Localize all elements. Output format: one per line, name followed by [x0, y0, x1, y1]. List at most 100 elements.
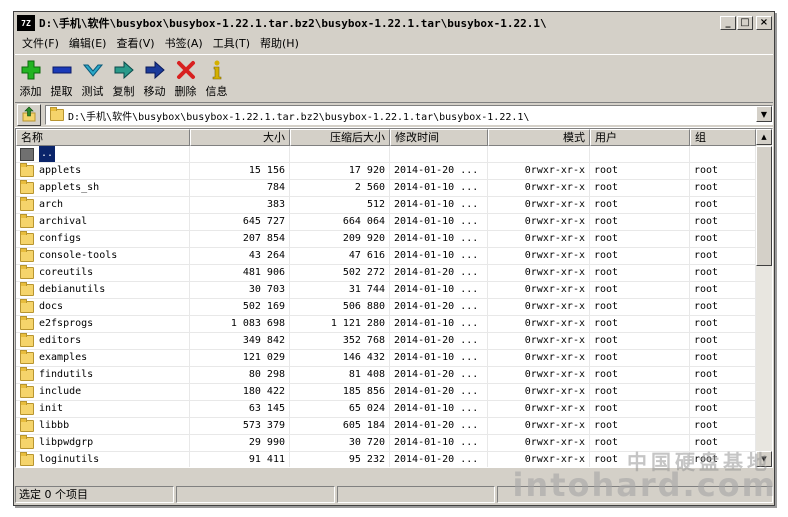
menu-edit[interactable]: 编辑(E) — [64, 35, 112, 51]
cell-group: root — [690, 384, 756, 400]
menu-tools[interactable]: 工具(T) — [208, 35, 255, 51]
extract-button[interactable]: 提取 — [46, 55, 77, 101]
table-row[interactable]: configs 207 854 209 920 2014-01-10 ... 0rwxr… — [16, 231, 756, 248]
cell-name: debianutils — [16, 282, 190, 298]
maximize-button[interactable]: □ — [737, 16, 753, 30]
copy-button[interactable]: 复制 — [108, 55, 139, 101]
column-header-packed-size[interactable]: 压缩后大小 — [290, 129, 390, 146]
table-row[interactable]: docs 502 169 506 880 2014-01-20 ... 0rwxr-xr… — [16, 299, 756, 316]
cell-user: root — [590, 248, 690, 264]
menu-view[interactable]: 查看(V) — [111, 35, 159, 51]
column-header-name[interactable]: 名称 — [16, 129, 190, 146]
cell-group: root — [690, 401, 756, 417]
cell-packed-size: 65 024 — [290, 401, 390, 417]
cell-packed-size: 502 272 — [290, 265, 390, 281]
file-name: console-tools — [39, 250, 118, 261]
add-button[interactable]: 添加 — [15, 55, 46, 101]
parent-folder-row[interactable]: .. — [16, 146, 756, 163]
close-button[interactable]: × — [756, 16, 772, 30]
cell-mode: 0rwxr-xr-x — [488, 265, 590, 281]
address-input[interactable]: D:\手机\软件\busybox\busybox-1.22.1.tar.bz2\… — [45, 105, 773, 125]
cell-mode: 0rwxr-xr-x — [488, 452, 590, 467]
column-header-user[interactable]: 用户 — [590, 129, 690, 146]
cell-group: root — [690, 350, 756, 366]
cell-modified: 2014-01-10 ... — [390, 231, 488, 247]
address-dropdown-button[interactable]: ▼ — [756, 106, 772, 122]
cell-user: root — [590, 265, 690, 281]
file-name: applets — [39, 165, 82, 176]
cell-user: root — [590, 231, 690, 247]
cell-user: root — [590, 384, 690, 400]
cell-modified: 2014-01-20 ... — [390, 367, 488, 383]
vertical-scrollbar[interactable]: ▲ ▼ — [756, 129, 772, 467]
test-button[interactable]: 测试 — [77, 55, 108, 101]
info-button[interactable]: 信息 — [201, 55, 232, 101]
cell-user: root — [590, 163, 690, 179]
table-row[interactable]: coreutils 481 906 502 272 2014-01-20 ... 0rw… — [16, 265, 756, 282]
cell-mode: 0rwxr-xr-x — [488, 214, 590, 230]
cell-packed-size: 47 616 — [290, 248, 390, 264]
scroll-up-button[interactable]: ▲ — [756, 129, 772, 145]
menu-bar: 文件(F) 编辑(E) 查看(V) 书签(A) 工具(T) 帮助(H) — [15, 34, 773, 52]
column-header-mode[interactable]: 模式 — [488, 129, 590, 146]
table-row[interactable]: loginutils 91 411 95 232 2014-01-20 ... 0rwx… — [16, 452, 756, 467]
cell-size: 43 264 — [190, 248, 290, 264]
table-row[interactable]: arch 383 512 2014-01-10 ... 0rwxr-xr-x root ro… — [16, 197, 756, 214]
folder-icon — [20, 316, 34, 330]
folder-icon — [20, 180, 34, 194]
table-row[interactable]: examples 121 029 146 432 2014-01-10 ... 0rwx… — [16, 350, 756, 367]
cell-name: libbb — [16, 418, 190, 434]
cell-group: root — [690, 367, 756, 383]
status-selection: 选定 0 个项目 — [15, 486, 174, 503]
table-row[interactable]: applets_sh 784 2 560 2014-01-10 ... 0rwxr-xr… — [16, 180, 756, 197]
minimize-button[interactable]: _ — [720, 16, 736, 30]
column-header-size[interactable]: 大小 — [190, 129, 290, 146]
folder-icon — [20, 299, 34, 313]
folder-icon — [20, 214, 34, 228]
file-list[interactable]: 名称 大小 压缩后大小 修改时间 模式 用户 组 .. applets 15 15… — [15, 128, 773, 468]
table-row[interactable]: applets 15 156 17 920 2014-01-20 ... 0rwxr-x… — [16, 163, 756, 180]
column-header-group[interactable]: 组 — [690, 129, 756, 146]
table-row[interactable]: init 63 145 65 024 2014-01-10 ... 0rwxr-xr-x… — [16, 401, 756, 418]
table-row[interactable]: findutils 80 298 81 408 2014-01-20 ... 0rwxr… — [16, 367, 756, 384]
cell-user: root — [590, 299, 690, 315]
column-header-modified[interactable]: 修改时间 — [390, 129, 488, 146]
file-name: editors — [39, 335, 82, 346]
cell-mode: 0rwxr-xr-x — [488, 350, 590, 366]
7zip-app-icon[interactable]: 7Z — [17, 15, 35, 31]
cell-name: docs — [16, 299, 190, 315]
folder-icon — [20, 367, 34, 381]
menu-file[interactable]: 文件(F) — [17, 35, 64, 51]
table-row[interactable]: console-tools 43 264 47 616 2014-01-10 ... 0… — [16, 248, 756, 265]
table-row[interactable]: debianutils 30 703 31 744 2014-01-10 ... 0rw… — [16, 282, 756, 299]
table-row[interactable]: libbb 573 379 605 184 2014-01-20 ... 0rwxr-x… — [16, 418, 756, 435]
menu-bookmarks[interactable]: 书签(A) — [160, 35, 208, 51]
table-row[interactable]: libpwdgrp 29 990 30 720 2014-01-10 ... 0rwxr… — [16, 435, 756, 452]
table-row[interactable]: include 180 422 185 856 2014-01-20 ... 0rwxr… — [16, 384, 756, 401]
up-folder-button[interactable] — [17, 104, 41, 126]
table-row[interactable]: e2fsprogs 1 083 698 1 121 280 2014-01-10 ..… — [16, 316, 756, 333]
cell-name: configs — [16, 231, 190, 247]
table-row[interactable]: editors 349 842 352 768 2014-01-20 ... 0rwxr… — [16, 333, 756, 350]
cell-modified: 2014-01-20 ... — [390, 265, 488, 281]
title-bar[interactable]: 7Z D:\手机\软件\busybox\busybox-1.22.1.tar.b… — [15, 13, 773, 33]
file-name: libpwdgrp — [39, 437, 94, 448]
table-row[interactable]: archival 645 727 664 064 2014-01-10 ... 0rwx… — [16, 214, 756, 231]
cell-user: root — [590, 435, 690, 451]
cell-size: 573 379 — [190, 418, 290, 434]
cell-group: root — [690, 333, 756, 349]
scroll-thumb[interactable] — [756, 146, 772, 266]
cell-size: 207 854 — [190, 231, 290, 247]
move-button[interactable]: 移动 — [139, 55, 170, 101]
folder-icon — [20, 418, 34, 432]
cell-name: findutils — [16, 367, 190, 383]
delete-button[interactable]: 删除 — [170, 55, 201, 101]
scroll-down-button[interactable]: ▼ — [756, 451, 772, 467]
file-name: arch — [39, 199, 64, 210]
menu-help[interactable]: 帮助(H) — [255, 35, 304, 51]
cell-modified: 2014-01-20 ... — [390, 333, 488, 349]
cell-packed-size: 512 — [290, 197, 390, 213]
cell-packed-size: 185 856 — [290, 384, 390, 400]
cell-name: e2fsprogs — [16, 316, 190, 332]
cell-name: applets — [16, 163, 190, 179]
